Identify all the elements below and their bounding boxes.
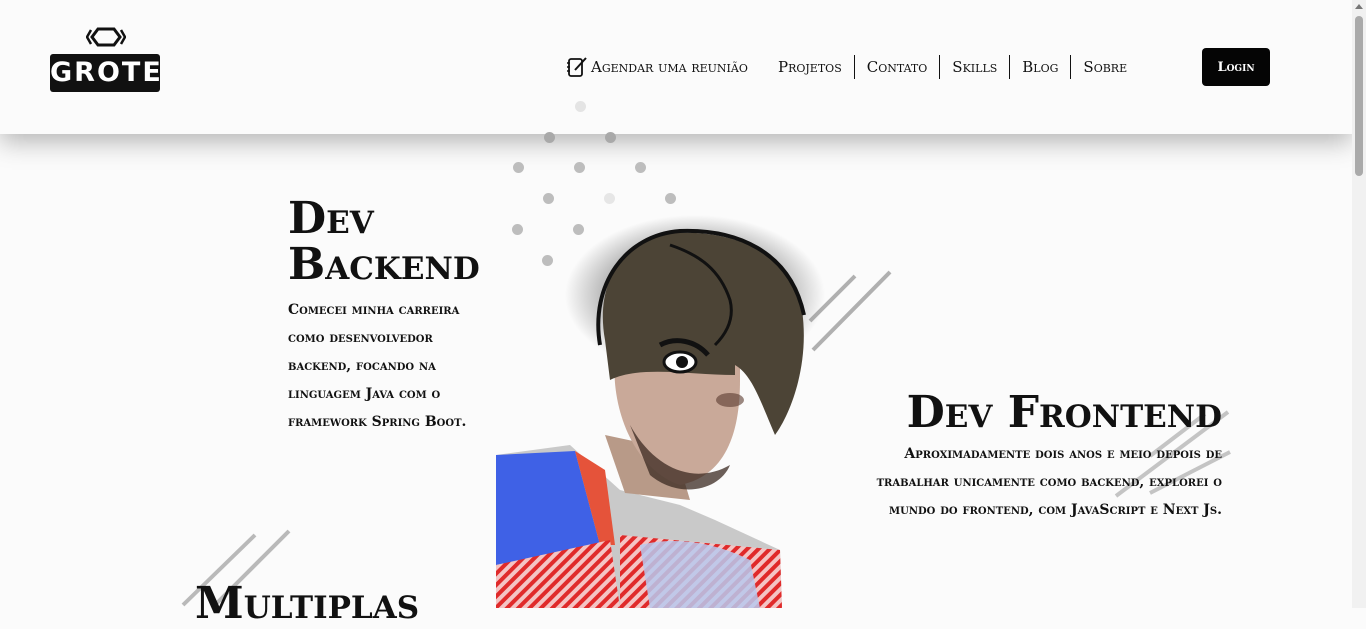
nav-item-blog[interactable]: Blog <box>1010 55 1070 79</box>
nav-item-projetos[interactable]: Projetos <box>766 55 854 79</box>
backend-heading: Dev Backend <box>288 196 508 288</box>
decorative-dot <box>544 132 555 143</box>
schedule-meeting-link[interactable]: Agendar uma reunião <box>566 56 748 78</box>
frontend-description: Aproximadamente dois anos e meio depois … <box>876 446 1222 518</box>
nav-item-sobre[interactable]: Sobre <box>1071 55 1139 79</box>
decorative-dot <box>574 162 585 173</box>
main-nav: Projetos Contato Skills Blog Sobre <box>766 55 1139 79</box>
scrollbar-thumb[interactable] <box>1355 16 1363 176</box>
grote-logo[interactable]: GROTE <box>50 26 161 94</box>
multiplas-heading: Multiplas <box>195 578 420 629</box>
notebook-pen-icon <box>567 57 587 77</box>
decorative-dot <box>542 255 553 266</box>
hexagon-brackets-icon <box>86 27 126 47</box>
decorative-dot <box>513 162 524 173</box>
decorative-dot <box>573 224 584 235</box>
decorative-dot <box>635 162 646 173</box>
backend-description: Comecei minha carreira como desenvolvedo… <box>288 302 467 430</box>
decorative-dot <box>604 193 615 204</box>
decorative-dot <box>665 193 676 204</box>
backend-heading-line2: Backend <box>288 239 480 290</box>
decorative-dot <box>512 224 523 235</box>
schedule-meeting-label: Agendar uma reunião <box>591 58 748 76</box>
login-button[interactable]: Login <box>1202 48 1270 86</box>
nav-item-skills[interactable]: Skills <box>940 55 1009 79</box>
page-scrollbar[interactable] <box>1352 0 1366 608</box>
decorative-dot <box>575 101 586 112</box>
scroll-up-arrow-icon[interactable] <box>1355 4 1363 9</box>
decorative-dot <box>543 193 554 204</box>
nav-item-contato[interactable]: Contato <box>855 55 940 79</box>
decorative-dot-grid <box>500 95 700 275</box>
backend-heading-line1: Dev <box>288 193 374 244</box>
decorative-dot <box>605 132 616 143</box>
logo-text: GROTE <box>50 54 161 92</box>
frontend-heading: Dev Frontend <box>906 387 1222 438</box>
